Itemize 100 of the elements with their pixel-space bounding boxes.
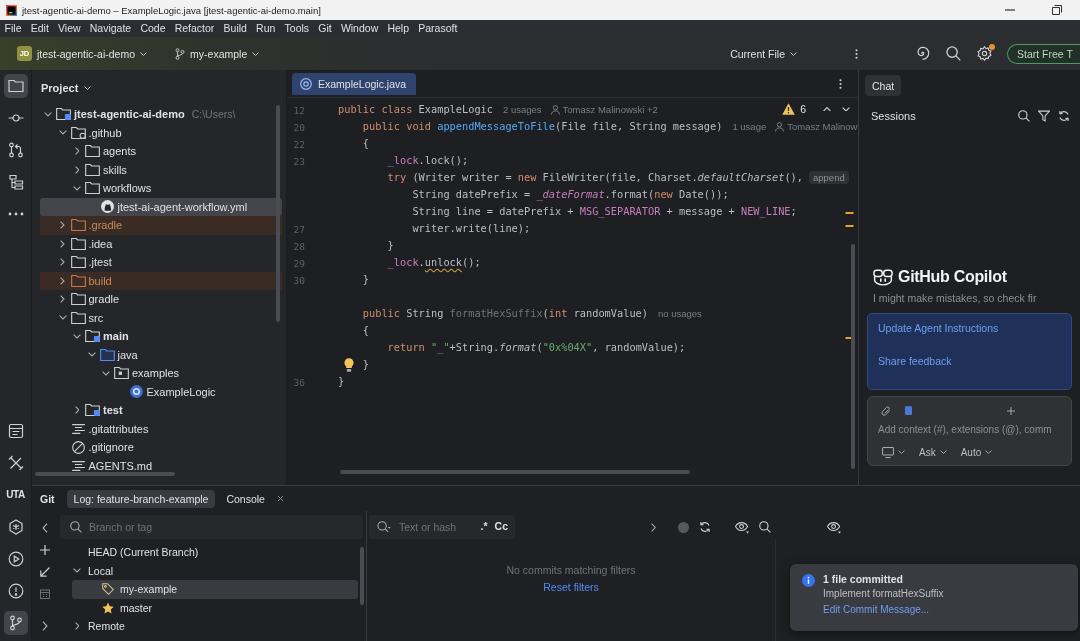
search-icon[interactable]: [946, 46, 961, 61]
chevron-up-icon[interactable]: [823, 106, 831, 112]
match-case-toggle[interactable]: Cc: [492, 519, 510, 533]
calendar-icon[interactable]: [40, 589, 50, 599]
chevron-icon[interactable]: [73, 185, 81, 191]
branch-selector[interactable]: my-example: [171, 44, 264, 63]
tree-item[interactable]: .gitignore: [40, 438, 282, 457]
warning-count[interactable]: 6: [800, 103, 806, 115]
menu-item[interactable]: Refactor: [170, 21, 219, 36]
chat-input[interactable]: Add context (#), extensions (@), comm: [878, 422, 1063, 436]
search-icon[interactable]: [1018, 110, 1030, 122]
chevron-right-icon[interactable]: [651, 522, 656, 532]
tree-item[interactable]: jtest-ai-agent-workflow.yml: [40, 197, 282, 216]
menu-item[interactable]: Git: [313, 21, 337, 36]
chevron-icon[interactable]: [73, 333, 81, 339]
refresh-icon[interactable]: [1058, 110, 1070, 122]
menu-item[interactable]: Navigate: [85, 21, 136, 36]
chevron-icon[interactable]: [74, 406, 80, 415]
chevron-icon[interactable]: [60, 276, 65, 285]
panel-tab[interactable]: Log: feature-branch-example: [66, 489, 216, 508]
reset-filters-link[interactable]: Reset filters: [543, 581, 599, 593]
author-hint[interactable]: Tomasz Malinow: [787, 121, 858, 132]
plus-icon[interactable]: [1007, 406, 1015, 415]
author-hint[interactable]: Tomasz Malinowski +2: [562, 104, 658, 115]
chevron-icon[interactable]: [44, 111, 52, 117]
folder-icon[interactable]: [3, 74, 28, 98]
menu-item[interactable]: Help: [382, 21, 414, 36]
mode-dropdown[interactable]: Ask: [915, 444, 951, 460]
tree-item[interactable]: .jtest: [40, 253, 282, 272]
tree-item[interactable]: gradle: [40, 290, 282, 309]
menu-item[interactable]: Parasoft: [413, 21, 462, 36]
suggestion-link[interactable]: Update Agent Instructions: [878, 321, 999, 335]
menu-item[interactable]: View: [53, 21, 86, 36]
menu-item[interactable]: Run: [251, 21, 280, 36]
search-icon[interactable]: [759, 521, 771, 533]
chevron-icon[interactable]: [74, 622, 80, 631]
edit-commit-link[interactable]: Edit Commit Message...: [823, 604, 930, 615]
menu-item[interactable]: File: [0, 21, 27, 36]
chevron-right-icon[interactable]: [40, 621, 50, 631]
chat-tab[interactable]: Chat: [865, 75, 902, 96]
tree-item[interactable]: agents: [40, 142, 282, 161]
chevron-icon[interactable]: [102, 370, 110, 376]
scrollbar[interactable]: [35, 472, 175, 476]
run-config-selector[interactable]: Current File: [726, 44, 801, 63]
menu-item[interactable]: Code: [135, 21, 171, 36]
spiral-icon[interactable]: [915, 46, 930, 61]
usages-hint[interactable]: no usages: [658, 308, 702, 319]
chevron-icon[interactable]: [58, 130, 67, 136]
tree-item[interactable]: build: [40, 271, 282, 290]
branch-search-field[interactable]: Branch or tag: [60, 515, 363, 539]
chevron-icon[interactable]: [58, 315, 67, 321]
refresh-icon[interactable]: [699, 521, 711, 533]
regex-toggle[interactable]: .*: [478, 519, 490, 533]
tree-item[interactable]: workflows: [40, 179, 282, 198]
chevron-icon[interactable]: [87, 352, 96, 358]
usages-hint[interactable]: 1 usage: [732, 121, 767, 132]
chevron-icon[interactable]: [60, 258, 65, 267]
suggestion-link[interactable]: Share feedback: [878, 354, 952, 368]
menu-item[interactable]: Tools: [279, 21, 314, 36]
view-selector[interactable]: Project: [37, 79, 96, 96]
branch-item[interactable]: Remote: [72, 617, 358, 636]
branch-item[interactable]: my-example: [72, 580, 358, 599]
chevron-icon[interactable]: [60, 295, 65, 304]
branch-item[interactable]: HEAD (Current Branch): [72, 543, 358, 562]
tree-item[interactable]: .gradle: [40, 216, 282, 235]
more-options-icon[interactable]: [855, 47, 858, 60]
menu-item[interactable]: Build: [218, 21, 252, 36]
tree-item[interactable]: AGENTS.md: [40, 456, 282, 475]
trial-button[interactable]: Start Free T: [1007, 43, 1080, 64]
chevron-icon[interactable]: [74, 165, 80, 174]
warning-icon[interactable]: [782, 103, 796, 115]
chevron-icon[interactable]: [73, 568, 81, 574]
filter-icon[interactable]: [1038, 110, 1050, 122]
chevron-icon[interactable]: [60, 221, 65, 230]
eye-icon[interactable]: [735, 520, 749, 534]
menu-item[interactable]: Edit: [26, 21, 54, 36]
tree-item[interactable]: ExampleLogic: [40, 382, 282, 401]
branch-item[interactable]: master: [72, 598, 358, 617]
model-dropdown[interactable]: Auto: [956, 444, 997, 460]
menu-item[interactable]: Window: [336, 21, 383, 36]
tree-item[interactable]: skills: [40, 160, 282, 179]
tree-item[interactable]: examples: [40, 364, 282, 383]
usages-hint[interactable]: 2 usages: [503, 104, 542, 115]
tree-item[interactable]: .github: [40, 123, 282, 142]
paperclip-icon[interactable]: [881, 404, 891, 417]
chevron-down-icon[interactable]: [842, 106, 850, 112]
arrow-down-left-icon[interactable]: [40, 567, 50, 577]
branch-item[interactable]: Local: [72, 561, 358, 580]
tree-item[interactable]: .idea: [40, 234, 282, 253]
tree-item[interactable]: main: [40, 327, 282, 346]
tool-window-label[interactable]: UTA: [4, 483, 27, 507]
scrollbar[interactable]: [340, 470, 690, 474]
chevron-left-icon[interactable]: [40, 523, 50, 533]
tree-item[interactable]: .gitattributes: [40, 419, 282, 438]
branch-icon[interactable]: [3, 611, 28, 635]
chevron-icon[interactable]: [60, 239, 65, 248]
panel-tab[interactable]: Console: [219, 489, 272, 508]
close-icon[interactable]: [276, 495, 284, 502]
eye-icon[interactable]: [827, 520, 841, 534]
chevron-icon[interactable]: [74, 147, 80, 156]
